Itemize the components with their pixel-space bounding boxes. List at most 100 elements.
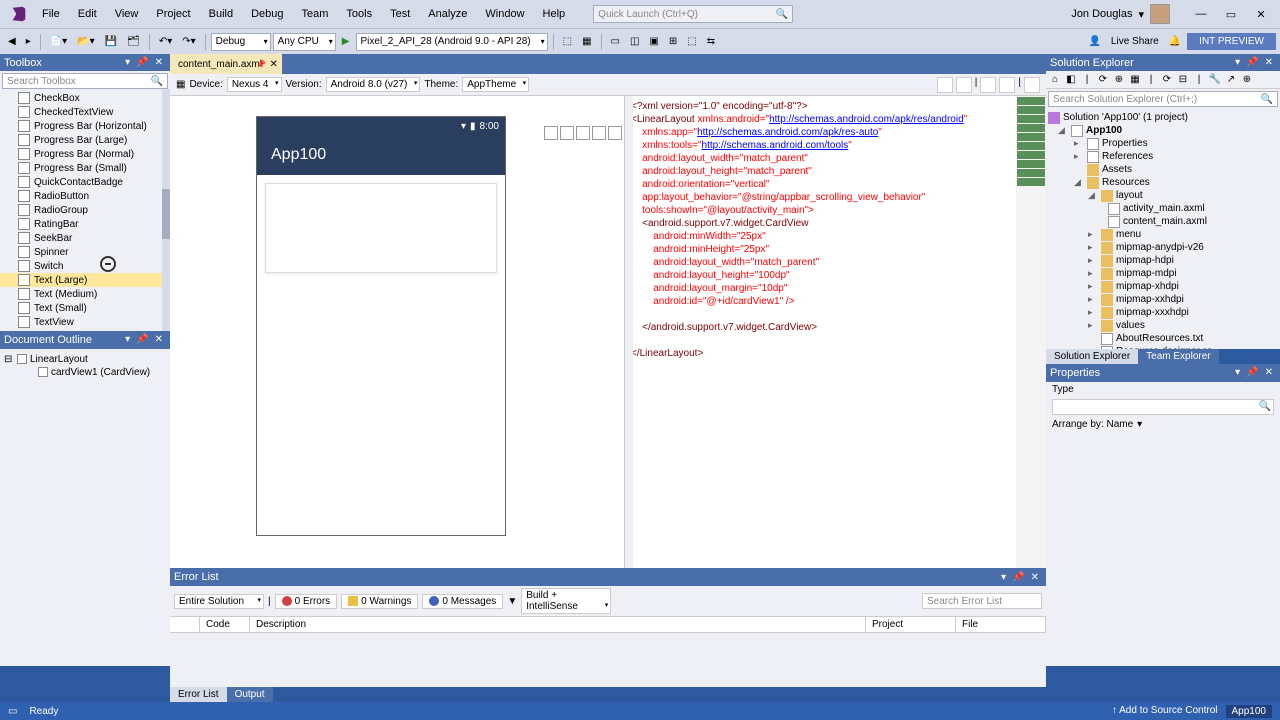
target-dropdown[interactable]: Pixel_2_API_28 (Android 9.0 - API 28)	[356, 33, 548, 51]
sln-node[interactable]: ▸mipmap-xxhdpi	[1048, 293, 1278, 306]
menu-file[interactable]: File	[34, 6, 68, 22]
tab-output[interactable]: Output	[227, 687, 273, 702]
config-dropdown[interactable]: Debug	[211, 33, 271, 51]
scrollbar[interactable]	[162, 89, 170, 331]
sln-node[interactable]: ▸mipmap-xhdpi	[1048, 280, 1278, 293]
undo-button[interactable]: ↶▾	[155, 34, 176, 49]
panel-close-icon[interactable]: ✕	[1262, 367, 1276, 378]
sln-node-file[interactable]: AboutResources.txt	[1048, 332, 1278, 345]
save-button[interactable]: 💾	[101, 34, 121, 49]
sln-node-solution[interactable]: Solution 'App100' (1 project)	[1048, 111, 1278, 124]
theme-dropdown[interactable]: AppTheme	[462, 77, 529, 92]
designer-btn-edit[interactable]	[980, 77, 996, 93]
menu-analyze[interactable]: Analyze	[420, 6, 475, 22]
pin-icon[interactable]: 📌	[133, 57, 151, 68]
sln-tb-icon[interactable]: ▦	[1128, 73, 1142, 87]
platform-dropdown[interactable]: Any CPU	[273, 33, 336, 51]
tb-icon-5[interactable]: ▣	[645, 34, 662, 49]
tb-icon-8[interactable]: ⇆	[703, 34, 719, 49]
tab-team-explorer[interactable]: Team Explorer	[1138, 349, 1218, 364]
toolbox-item[interactable]: Progress Bar (Small)	[0, 161, 170, 175]
redo-button[interactable]: ↷▾	[178, 34, 199, 49]
tab-error-list[interactable]: Error List	[170, 687, 227, 702]
menu-project[interactable]: Project	[148, 6, 198, 22]
quick-launch-input[interactable]: Quick Launch (Ctrl+Q) 🔍	[593, 5, 793, 23]
toolbox-item[interactable]: TextView	[0, 315, 170, 329]
error-search-input[interactable]: Search Error List	[922, 593, 1042, 609]
pin-icon[interactable]: 📌	[256, 60, 266, 69]
tb-icon-7[interactable]: ⬚	[683, 34, 700, 49]
warnings-toggle[interactable]: 0 Warnings	[341, 594, 418, 609]
panel-close-icon[interactable]: ✕	[152, 334, 166, 345]
overlay-btn-2[interactable]	[560, 126, 574, 140]
toolbox-item[interactable]: SeekBar	[0, 231, 170, 245]
sln-node[interactable]: ▸mipmap-mdpi	[1048, 267, 1278, 280]
sln-node[interactable]: ▸mipmap-anydpi-v26	[1048, 241, 1278, 254]
toolbox-item[interactable]: QuickContactBadge	[0, 175, 170, 189]
sln-node[interactable]: ▸menu	[1048, 228, 1278, 241]
sln-node[interactable]: Assets	[1048, 163, 1278, 176]
sln-tb-home-icon[interactable]: ⌂	[1048, 73, 1062, 87]
sln-node[interactable]: ▸mipmap-xxxhdpi	[1048, 306, 1278, 319]
menu-window[interactable]: Window	[477, 6, 532, 22]
panel-dropdown-icon[interactable]: ▾	[1232, 367, 1243, 378]
tab-solution-explorer[interactable]: Solution Explorer	[1046, 349, 1138, 364]
toolbox-item[interactable]: Progress Bar (Large)	[0, 133, 170, 147]
version-dropdown[interactable]: Android 8.0 (v27)	[326, 77, 421, 92]
panel-dropdown-icon[interactable]: ▾	[122, 334, 133, 345]
sln-tb-icon[interactable]: 🔧	[1208, 73, 1222, 87]
prop-search-input[interactable]: 🔍	[1052, 399, 1274, 415]
toolbox-item[interactable]: Text (Small)	[0, 301, 170, 315]
messages-toggle[interactable]: 0 Messages	[422, 594, 503, 609]
overlay-btn-4[interactable]	[592, 126, 606, 140]
new-item-button[interactable]: 📄▾	[46, 34, 71, 49]
pin-icon[interactable]: 📌	[1243, 367, 1261, 378]
menu-team[interactable]: Team	[294, 6, 337, 22]
sln-tb-icon[interactable]: ↗	[1224, 73, 1238, 87]
outline-node[interactable]: cardView1 (CardView)	[4, 366, 166, 379]
menu-edit[interactable]: Edit	[70, 6, 105, 22]
sln-node[interactable]: ▸values	[1048, 319, 1278, 332]
col-project[interactable]: Project	[866, 617, 956, 632]
status-project-badge[interactable]: App100	[1226, 705, 1272, 718]
toolbox-item[interactable]: CheckBox	[0, 91, 170, 105]
open-button[interactable]: 📂▾	[73, 34, 98, 49]
menu-help[interactable]: Help	[535, 6, 574, 22]
sln-tb-icon[interactable]: ⊕	[1240, 73, 1254, 87]
panel-dropdown-icon[interactable]: ▾	[122, 57, 133, 68]
sln-tb-icon[interactable]: ⊕	[1112, 73, 1126, 87]
toolbox-item[interactable]: RadioGroup	[0, 203, 170, 217]
code-minimap[interactable]	[1016, 96, 1046, 642]
toolbox-item[interactable]: RadioButton	[0, 189, 170, 203]
sln-node[interactable]: ▸mipmap-hdpi	[1048, 254, 1278, 267]
toolbox-search-input[interactable]: Search Toolbox 🔍	[2, 73, 168, 89]
minimize-button[interactable]: —	[1186, 4, 1216, 24]
device-dropdown[interactable]: Nexus 4	[227, 77, 282, 92]
toolbox-item[interactable]: Spinner	[0, 245, 170, 259]
tb-icon-6[interactable]: ⊞	[665, 34, 681, 49]
nav-fwd-button[interactable]: ▸	[22, 34, 35, 49]
panel-dropdown-icon[interactable]: ▾	[998, 572, 1009, 583]
notifications-icon[interactable]: 🔔	[1165, 34, 1185, 49]
live-share-icon[interactable]: 👤	[1084, 34, 1104, 49]
close-tab-icon[interactable]: ✕	[270, 59, 278, 70]
source-control-button[interactable]: ↑ Add to Source Control	[1112, 705, 1218, 718]
sln-node[interactable]: ▸Properties	[1048, 137, 1278, 150]
col-file[interactable]: File	[956, 617, 1046, 632]
filter-icon[interactable]: ▼	[507, 596, 517, 607]
outline-node[interactable]: ⊟LinearLayout	[4, 353, 166, 366]
sln-node-file[interactable]: content_main.axml	[1048, 215, 1278, 228]
user-dropdown-icon[interactable]: ▾	[1138, 8, 1144, 21]
tb-icon-3[interactable]: ▭	[607, 34, 624, 49]
close-button[interactable]: ✕	[1246, 4, 1276, 24]
designer-btn-popout[interactable]	[1024, 77, 1040, 93]
toolbox-item[interactable]: Progress Bar (Normal)	[0, 147, 170, 161]
sln-node[interactable]: ◢Resources	[1048, 176, 1278, 189]
pin-icon[interactable]: 📌	[1243, 57, 1261, 68]
error-scope-dropdown[interactable]: Entire Solution	[174, 594, 264, 609]
tb-icon-1[interactable]: ⬚	[559, 34, 576, 49]
solution-search-input[interactable]: Search Solution Explorer (Ctrl+;) 🔍	[1048, 91, 1278, 107]
live-share-button[interactable]: Live Share	[1107, 34, 1163, 49]
panel-close-icon[interactable]: ✕	[152, 57, 166, 68]
dropdown-icon[interactable]: ▾	[1137, 419, 1142, 430]
